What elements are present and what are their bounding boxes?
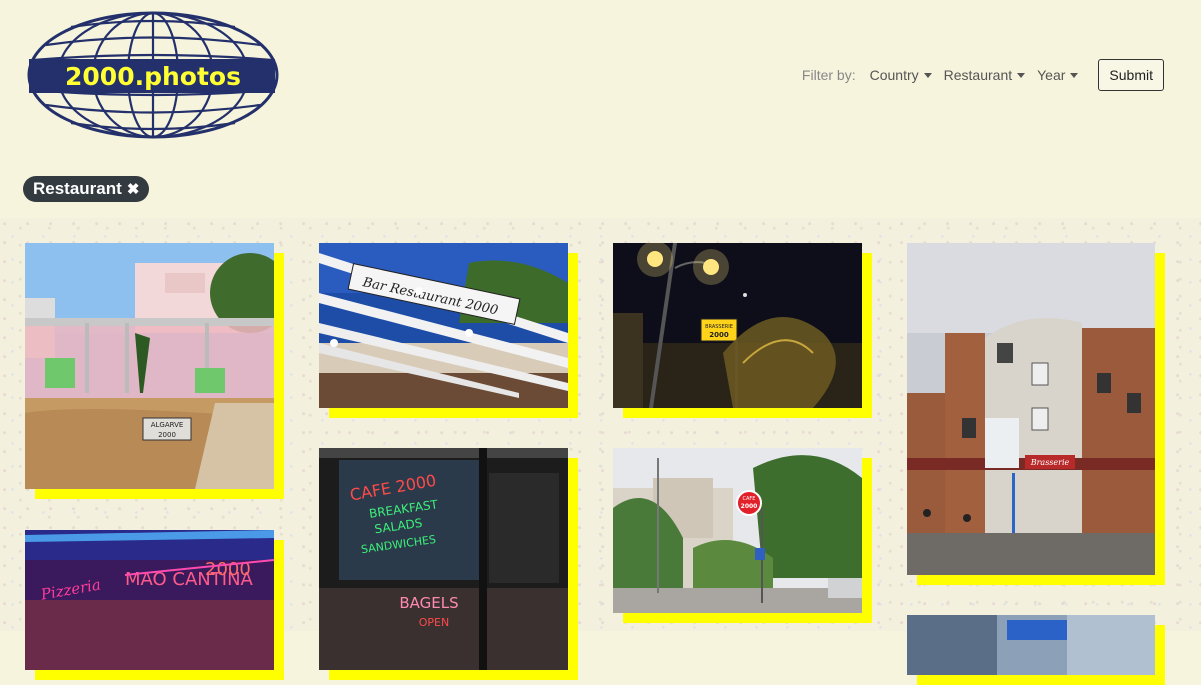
photo-bottom-right[interactable] <box>907 615 1155 675</box>
svg-text:2000: 2000 <box>158 431 176 439</box>
country-dropdown[interactable]: Country <box>870 67 932 83</box>
photo-cafe-street[interactable]: CAFE 2000 <box>613 448 862 613</box>
photo-grid: ALGARVE 2000 Bar Restaurant 2000 BRASSER… <box>0 218 1201 685</box>
svg-text:OPEN: OPEN <box>419 616 449 629</box>
photo-cantina-2000[interactable]: Pizzeria MAO CANTINA 2000 <box>25 530 274 670</box>
site-logo[interactable]: 2000.photos <box>26 10 280 145</box>
caret-down-icon <box>1070 72 1079 78</box>
year-dropdown[interactable]: Year <box>1037 67 1079 83</box>
year-dropdown-label: Year <box>1037 67 1066 83</box>
restaurant-dropdown[interactable]: Restaurant <box>943 67 1026 83</box>
photo-brasserie-night[interactable]: BRASSERIE 2000 <box>613 243 862 408</box>
photo-card[interactable]: CAFE 2000 BREAKFAST SALADS SANDWICHES BA… <box>319 448 578 680</box>
photo-algarve-2000[interactable]: ALGARVE 2000 <box>25 243 274 489</box>
restaurant-dropdown-label: Restaurant <box>943 67 1013 83</box>
photo-bar-restaurant-2000[interactable]: Bar Restaurant 2000 <box>319 243 568 408</box>
photo-card[interactable]: ALGARVE 2000 <box>25 243 284 499</box>
svg-text:ALGARVE: ALGARVE <box>151 421 184 429</box>
photo-cafe-2000[interactable]: CAFE 2000 BREAKFAST SALADS SANDWICHES BA… <box>319 448 568 670</box>
remove-filter-icon[interactable]: ✖ <box>127 180 140 198</box>
photo-card[interactable]: Brasserie <box>907 243 1165 585</box>
svg-text:2000: 2000 <box>741 503 758 510</box>
caret-down-icon <box>1017 72 1026 78</box>
svg-text:Brasserie: Brasserie <box>1030 458 1070 467</box>
caret-down-icon <box>923 72 932 78</box>
submit-button[interactable]: Submit <box>1098 59 1164 91</box>
photo-card[interactable]: Pizzeria MAO CANTINA 2000 <box>25 530 284 680</box>
svg-text:CAFE: CAFE <box>743 496 756 502</box>
photo-card[interactable] <box>907 615 1165 685</box>
photo-brasserie-building[interactable]: Brasserie <box>907 243 1155 575</box>
country-dropdown-label: Country <box>869 67 919 83</box>
svg-text:BRASSERIE: BRASSERIE <box>705 324 733 330</box>
svg-text:BAGELS: BAGELS <box>399 594 458 612</box>
photo-card[interactable]: CAFE 2000 <box>613 448 872 623</box>
photo-card[interactable]: BRASSERIE 2000 <box>613 243 872 418</box>
filter-label: Filter by: <box>801 67 856 83</box>
page-header: 2000.photos Filter by: Country Restauran… <box>0 0 1201 215</box>
active-filter-label: Restaurant <box>33 179 122 198</box>
logo-text: 2000.photos <box>65 62 241 91</box>
svg-text:2000: 2000 <box>709 331 729 339</box>
photo-card[interactable]: Bar Restaurant 2000 <box>319 243 578 418</box>
active-filter-tag[interactable]: Restaurant ✖ <box>23 176 150 202</box>
filter-bar: Filter by: Country Restaurant Year Submi… <box>802 59 1164 91</box>
